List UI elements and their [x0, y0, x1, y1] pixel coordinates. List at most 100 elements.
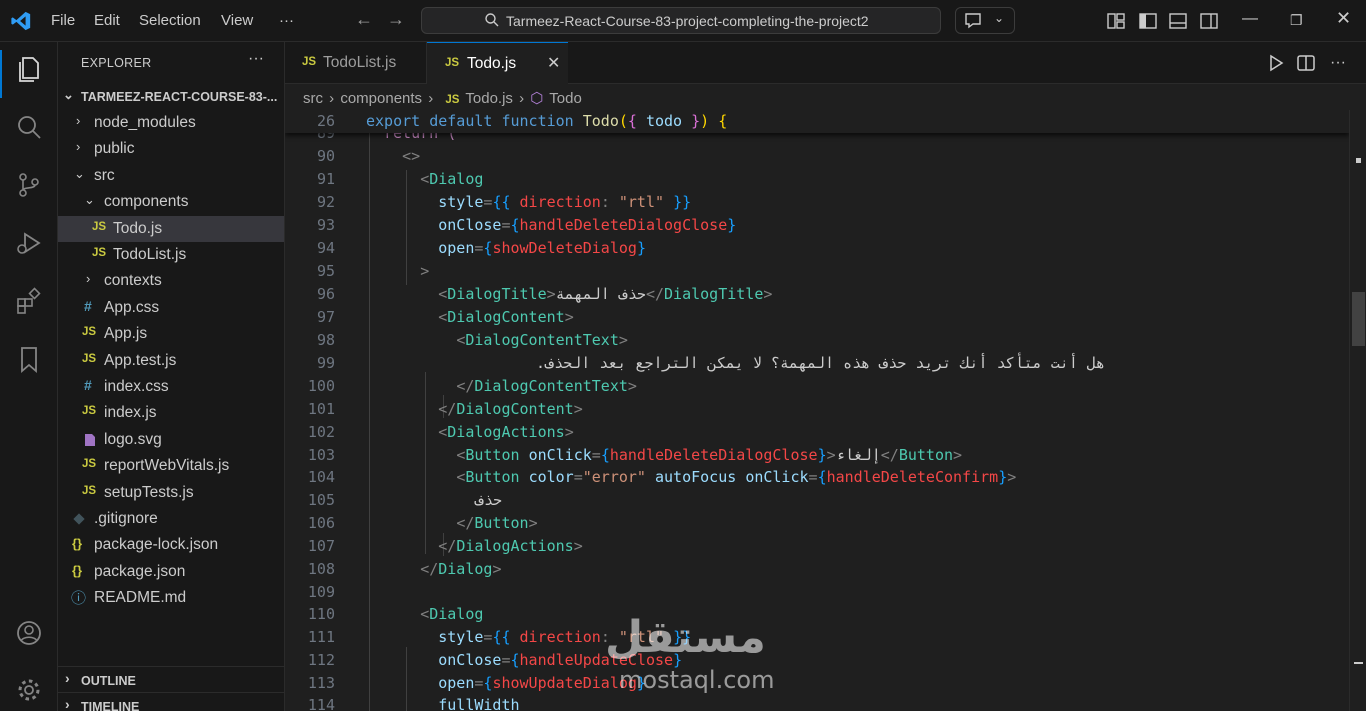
- code-line-99: هل أنت متأكد أنك تريد حذف هذه المهمة؟ لا…: [536, 354, 1105, 372]
- line-number: 111: [307, 628, 335, 646]
- customize-layout-icon[interactable]: [1106, 11, 1126, 31]
- line-number: 110: [307, 605, 335, 623]
- close-window-icon[interactable]: ✕: [1336, 8, 1351, 29]
- line-number: 91: [316, 170, 335, 188]
- tree-item-package-json[interactable]: {} package.json: [58, 559, 284, 585]
- tree-item-node-modules[interactable]: › node_modules: [58, 110, 284, 136]
- line-number: 95: [316, 262, 335, 280]
- outline-section[interactable]: › OUTLINE: [58, 666, 284, 693]
- copilot-button[interactable]: ⌄: [955, 7, 1015, 34]
- menu-edit[interactable]: Edit: [94, 12, 120, 29]
- tree-item-logo-svg[interactable]: logo.svg: [58, 427, 284, 453]
- explorer-more-button[interactable]: ···: [248, 50, 264, 68]
- account-icon[interactable]: [14, 618, 44, 648]
- info-file-icon: ⓘ: [71, 590, 87, 607]
- js-file-icon: JS: [445, 94, 460, 106]
- tree-item-src[interactable]: ⌄ src: [58, 163, 284, 189]
- activity-bar: [0, 42, 58, 711]
- tree-item-public[interactable]: › public: [58, 136, 284, 162]
- css-file-icon: #: [84, 377, 92, 393]
- chevron-right-icon: ›: [329, 90, 335, 107]
- chevron-down-icon: ⌄: [63, 87, 74, 102]
- code-editor[interactable]: 26 export default function Todo({ todo }…: [285, 110, 1349, 711]
- tab-todolist-js[interactable]: JS TodoList.js: [285, 42, 427, 84]
- tree-item-contexts[interactable]: › contexts: [58, 268, 284, 294]
- minimize-icon[interactable]: —: [1242, 10, 1258, 28]
- run-file-icon[interactable]: [1267, 54, 1285, 72]
- tab-todo-js[interactable]: JS Todo.js ✕: [427, 42, 568, 84]
- timeline-section[interactable]: › TIMELINE: [58, 692, 284, 711]
- menu-view[interactable]: View: [221, 12, 253, 29]
- line-number: 96: [316, 285, 335, 303]
- source-control-icon[interactable]: [14, 170, 44, 200]
- forward-arrow-icon[interactable]: →: [387, 9, 405, 30]
- tree-item-app-css[interactable]: # App.css: [58, 295, 284, 321]
- code-line-100: </DialogContentText>: [456, 377, 637, 395]
- tree-item-readme-md[interactable]: ⓘ README.md: [58, 585, 284, 611]
- json-file-icon: {}: [72, 563, 83, 578]
- line-number: 113: [307, 674, 335, 692]
- tree-item-todo-js[interactable]: JS Todo.js: [58, 216, 284, 242]
- tree-item-reportwebvitals-js[interactable]: JS reportWebVitals.js: [58, 453, 284, 479]
- tree-item-todolist-js[interactable]: JS TodoList.js: [58, 242, 284, 268]
- css-file-icon: #: [84, 298, 92, 314]
- chevron-right-icon: ›: [428, 90, 434, 107]
- more-actions-icon[interactable]: ···: [1330, 54, 1346, 72]
- menu-file[interactable]: File: [51, 12, 75, 29]
- tree-item-index-js[interactable]: JS index.js: [58, 400, 284, 426]
- menu-selection[interactable]: Selection: [139, 12, 201, 29]
- line-number: 107: [307, 537, 335, 555]
- line-number: 103: [307, 446, 335, 464]
- tree-item-gitignore[interactable]: .gitignore: [58, 506, 284, 532]
- chevron-right-icon: ›: [76, 139, 81, 154]
- code-line-91: <Dialog: [420, 170, 484, 188]
- bookmark-icon[interactable]: [14, 344, 44, 374]
- toggle-secondary-sidebar-icon[interactable]: [1199, 11, 1219, 31]
- restore-icon[interactable]: ❐: [1290, 12, 1303, 29]
- code-line-101: </DialogContent>: [438, 400, 583, 418]
- chevron-right-icon: ›: [65, 670, 70, 686]
- code-line-96: <DialogTitle>حذف المهمة</DialogTitle>: [438, 285, 773, 303]
- tree-item-package-lock-json[interactable]: {} package-lock.json: [58, 532, 284, 558]
- code-line-110: <Dialog: [420, 605, 484, 623]
- split-editor-icon[interactable]: [1297, 54, 1315, 72]
- extensions-icon[interactable]: [14, 286, 44, 316]
- settings-gear-icon[interactable]: [14, 675, 44, 705]
- workspace-root[interactable]: ⌄ TARMEEZ-REACT-COURSE-83-...: [58, 84, 284, 110]
- breadcrumb-file[interactable]: Todo.js: [465, 90, 513, 107]
- command-center-search[interactable]: Tarmeez-React-Course-83-project-completi…: [421, 7, 941, 34]
- menu-more[interactable]: ···: [279, 12, 294, 29]
- editor-area: JS TodoList.js JS Todo.js ✕ ··· src › co…: [285, 42, 1366, 711]
- line-number: 99: [316, 354, 335, 372]
- code-line-95: >: [420, 262, 430, 280]
- vertical-scrollbar[interactable]: [1349, 110, 1366, 711]
- js-file-icon: JS: [302, 56, 317, 68]
- run-debug-icon[interactable]: [14, 228, 44, 258]
- line-number: 108: [307, 560, 335, 578]
- tree-item-app-test-js[interactable]: JS App.test.js: [58, 348, 284, 374]
- tree-item-index-css[interactable]: # index.css: [58, 374, 284, 400]
- scrollbar-thumb[interactable]: [1352, 292, 1365, 346]
- line-number: 92: [316, 193, 335, 211]
- breadcrumb-symbol[interactable]: Todo: [549, 90, 582, 107]
- toggle-panel-icon[interactable]: [1168, 11, 1188, 31]
- explorer-files-icon[interactable]: [14, 54, 44, 84]
- sticky-scroll-header[interactable]: 26 export default function Todo({ todo }…: [285, 110, 1349, 133]
- breadcrumb-components[interactable]: components: [340, 90, 422, 107]
- chevron-down-icon: ⌄: [84, 192, 95, 207]
- code-line-102: <DialogActions>: [438, 423, 574, 441]
- toggle-primary-sidebar-icon[interactable]: [1138, 11, 1158, 31]
- search-icon[interactable]: [14, 112, 44, 142]
- close-tab-icon[interactable]: ✕: [547, 53, 560, 73]
- tree-item-components[interactable]: ⌄ components: [58, 189, 284, 215]
- chevron-right-icon: ›: [65, 696, 70, 711]
- tree-item-setuptests-js[interactable]: JS setupTests.js: [58, 480, 284, 506]
- code-line-97: <DialogContent>: [438, 308, 574, 326]
- line-number: 94: [316, 239, 335, 257]
- git-file-icon: [73, 513, 85, 525]
- chevron-right-icon: ›: [519, 90, 525, 107]
- back-arrow-icon[interactable]: ←: [355, 9, 373, 30]
- line-number: 102: [307, 423, 335, 441]
- breadcrumb-src[interactable]: src: [303, 90, 323, 107]
- tree-item-app-js[interactable]: JS App.js: [58, 321, 284, 347]
